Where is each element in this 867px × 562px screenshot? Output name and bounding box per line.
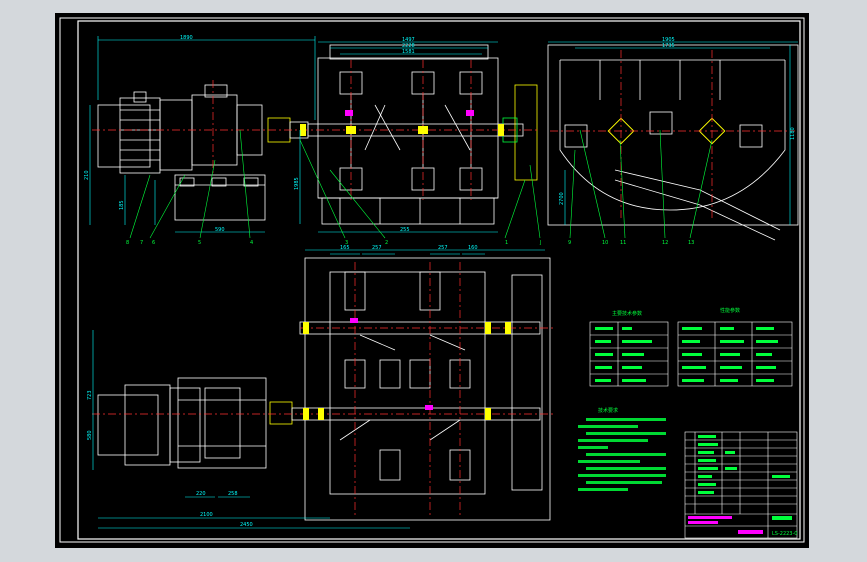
dim-trough-length: 255 [400,227,410,233]
part-3: 3 [345,240,348,246]
part-10: 10 [602,240,608,246]
dim-plan-2: 257 [372,245,382,251]
dim-shaft-height: 1985 [294,177,300,190]
dim-plan-inner: 2100 [200,512,213,518]
model-space [55,13,809,548]
drawing-number: LS-2223-0 [772,531,797,537]
part-4: 4 [250,240,253,246]
dim-plan-3: 257 [438,245,448,251]
dim-motor-height: 210 [84,170,90,180]
table-left-title: 主要技术参数 [612,310,642,317]
part-8: 8 [126,240,129,246]
part-1: 1 [505,240,508,246]
part-j: J [539,240,541,246]
dim-plan-height: 723 [87,390,93,400]
part-13: 13 [688,240,694,246]
dim-plan-motor: 580 [87,430,93,440]
dim-plan-base-2: 258 [228,491,238,497]
dim-end-inner: 1735 [662,43,675,49]
part-2: 2 [385,240,388,246]
part-11: 11 [620,240,626,246]
dim-end-height: 1180 [790,127,796,140]
cad-drawing-canvas[interactable]: 1890 1497 2228 1581 1905 1735 1180 210 5… [0,0,867,562]
dim-paddle-span: 1581 [402,49,415,55]
part-9: 9 [568,240,571,246]
part-5: 5 [198,240,201,246]
table-right-title: 性能参数 [720,307,740,314]
notes-title: 技术要求 [598,407,618,414]
dim-plan-overall: 2450 [240,522,253,528]
dim-base-height: 185 [119,200,125,210]
dim-top-overall: 1890 [180,35,193,41]
part-7: 7 [140,240,143,246]
dim-base-width: 590 [215,227,225,233]
dim-end-bottom: 2700 [559,192,565,205]
part-6: 6 [152,240,155,246]
dim-plan-base-1: 220 [196,491,206,497]
dim-plan-4: 160 [468,245,478,251]
cad-viewport[interactable]: 1890 1497 2228 1581 1905 1735 1180 210 5… [0,0,867,562]
part-12: 12 [662,240,668,246]
